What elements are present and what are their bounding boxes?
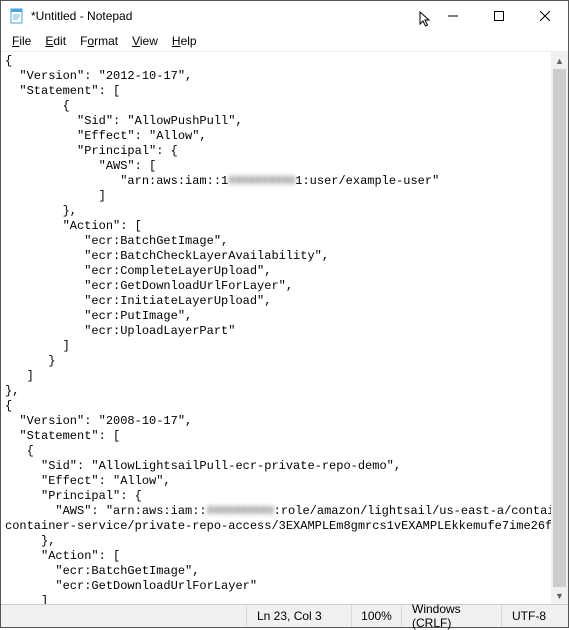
statusbar-position: Ln 23, Col 3 (246, 605, 351, 627)
vertical-scrollbar[interactable]: ▲ ▼ (551, 52, 568, 604)
scrollbar-up-arrow-icon[interactable]: ▲ (551, 52, 568, 69)
statusbar-encoding: UTF-8 (501, 605, 568, 627)
menu-view[interactable]: View (125, 33, 165, 49)
menu-format[interactable]: Format (73, 33, 125, 49)
editor-area: { "Version": "2012-10-17", "Statement": … (1, 51, 568, 604)
statusbar-zoom: 100% (351, 605, 401, 627)
scrollbar-track[interactable] (551, 69, 568, 587)
scrollbar-thumb[interactable] (553, 69, 566, 587)
menu-file[interactable]: File (5, 33, 38, 49)
minimize-button[interactable] (430, 1, 476, 31)
titlebar: *Untitled - Notepad (1, 1, 568, 31)
text-editor[interactable]: { "Version": "2012-10-17", "Statement": … (1, 52, 551, 604)
menu-help[interactable]: Help (165, 33, 204, 49)
notepad-icon (9, 8, 25, 24)
menubar: File Edit Format View Help (1, 31, 568, 51)
window-title: *Untitled - Notepad (31, 9, 430, 23)
notepad-window: *Untitled - Notepad File Edit Format Vie… (0, 0, 569, 628)
maximize-button[interactable] (476, 1, 522, 31)
statusbar: Ln 23, Col 3 100% Windows (CRLF) UTF-8 (1, 604, 568, 627)
statusbar-line-ending: Windows (CRLF) (401, 605, 501, 627)
close-button[interactable] (522, 1, 568, 31)
window-controls (430, 1, 568, 31)
menu-edit[interactable]: Edit (38, 33, 73, 49)
statusbar-spacer (1, 605, 246, 627)
scrollbar-down-arrow-icon[interactable]: ▼ (551, 587, 568, 604)
